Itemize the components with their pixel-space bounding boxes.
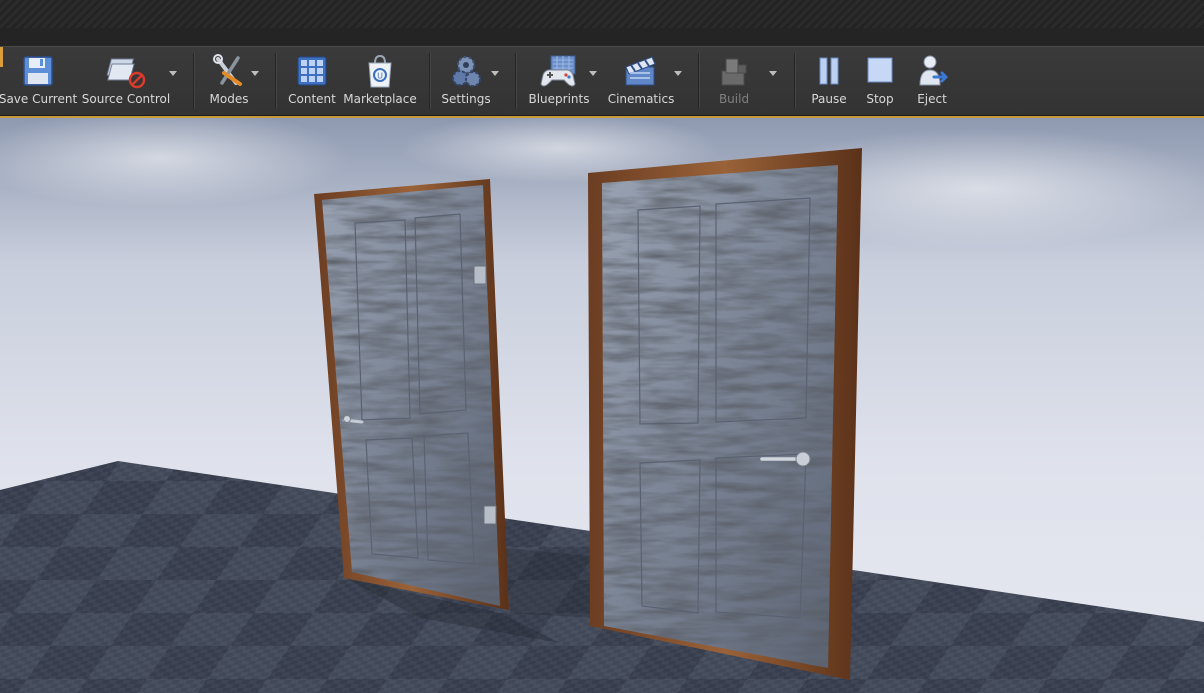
marketplace-bag-icon: U (360, 51, 400, 91)
modes-dropdown-arrow[interactable] (251, 71, 259, 76)
stop-label: Stop (866, 92, 894, 106)
tab-strip (0, 28, 1204, 47)
marketplace-button[interactable]: U Marketplace (343, 51, 417, 111)
build-button[interactable]: Build (708, 51, 760, 111)
build-label: Build (718, 92, 750, 106)
build-blocks-icon (714, 51, 754, 91)
save-current-label: Save Current (0, 92, 78, 106)
stop-button[interactable]: Stop (858, 51, 902, 111)
toolbar-separator (515, 53, 516, 109)
settings-dropdown-arrow[interactable] (491, 71, 499, 76)
clapperboard-icon (621, 51, 661, 91)
settings-button[interactable]: Settings (438, 51, 494, 111)
eject-button[interactable]: Eject (910, 51, 954, 111)
source-control-icon (106, 51, 146, 91)
window-title-bar (0, 0, 1204, 29)
toolbar-separator (429, 53, 430, 109)
blueprints-label: Blueprints (528, 92, 590, 106)
content-grid-icon (292, 51, 332, 91)
cinematics-label: Cinematics (607, 92, 675, 106)
viewport-scene (0, 118, 1204, 693)
modes-button[interactable]: Modes (200, 51, 258, 111)
blueprints-gamepad-icon (539, 51, 579, 91)
level-viewport[interactable] (0, 116, 1204, 693)
blueprints-dropdown-arrow[interactable] (589, 71, 597, 76)
floppy-disk-icon (18, 51, 58, 91)
source-control-dropdown-arrow[interactable] (169, 71, 177, 76)
toolbar-separator (794, 53, 795, 109)
content-label: Content (288, 92, 336, 106)
source-control-label: Source Control (81, 92, 171, 106)
level-editor-toolbar: Save Current Source Control Modes Conten… (0, 46, 1204, 117)
build-dropdown-arrow[interactable] (769, 71, 777, 76)
marketplace-label: Marketplace (343, 92, 417, 106)
eject-label: Eject (917, 92, 947, 106)
settings-label: Settings (441, 92, 491, 106)
blueprints-button[interactable]: Blueprints (526, 51, 592, 111)
source-control-button[interactable]: Source Control (81, 51, 171, 111)
svg-text:U: U (377, 72, 383, 81)
toolbar-separator (275, 53, 276, 109)
toolbar-separator (193, 53, 194, 109)
cinematics-dropdown-arrow[interactable] (674, 71, 682, 76)
cinematics-button[interactable]: Cinematics (608, 51, 674, 111)
pause-label: Pause (811, 92, 847, 106)
content-button[interactable]: Content (284, 51, 340, 111)
pause-button[interactable]: Pause (806, 51, 852, 111)
save-current-button[interactable]: Save Current (0, 51, 78, 111)
pause-icon (809, 51, 849, 91)
toolbar-separator (698, 53, 699, 109)
stop-icon (860, 51, 900, 91)
modes-tools-icon (209, 51, 249, 91)
settings-gears-icon (446, 51, 486, 91)
modes-label: Modes (209, 92, 249, 106)
eject-person-icon (912, 51, 952, 91)
